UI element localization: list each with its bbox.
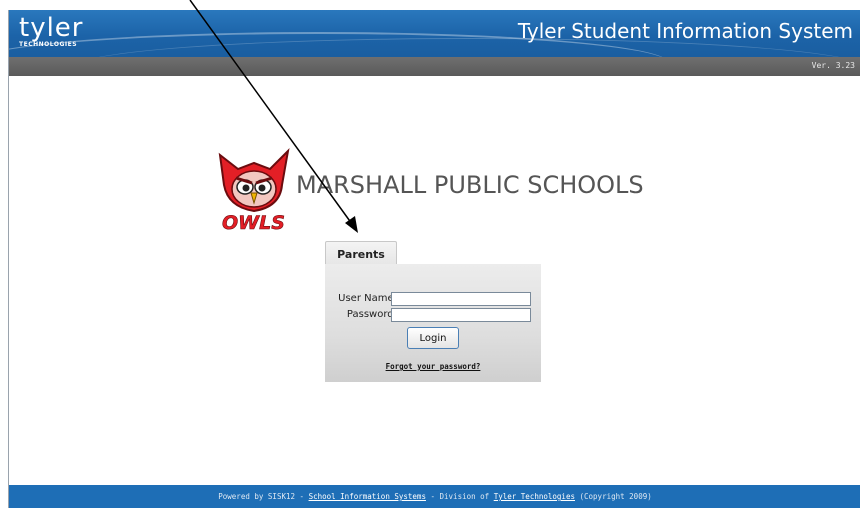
tab-parents-label: Parents [337,248,385,261]
username-row: User Name: [325,292,541,306]
school-name: MARSHALL PUBLIC SCHOOLS [296,171,644,199]
version-bar: Ver. 3.23 [9,57,860,76]
footer-middle: - Division of [425,492,494,501]
logo-subtitle: TECHNOLOGIES [19,41,78,48]
logo-word: tyler [19,13,84,43]
school-information-systems-link[interactable]: School Information Systems [309,492,426,501]
login-panel: User Name: Password: Login Forgot your p… [325,264,541,382]
tyler-logo[interactable]: tyler TECHNOLOGIES [19,14,84,48]
tyler-technologies-link[interactable]: Tyler Technologies [494,492,575,501]
footer-bar: Powered by SISK12 - School Information S… [9,485,860,508]
footer-suffix: (Copyright 2009) [574,492,652,501]
page-frame: tyler TECHNOLOGIES Tyler Student Informa… [8,10,860,508]
tab-parents[interactable]: Parents [325,241,397,265]
version-label: Ver. 3.23 [811,61,855,70]
password-input[interactable] [391,308,531,322]
app-title: Tyler Student Information System [517,19,853,43]
forgot-password-link[interactable]: Forgot your password? [325,362,541,371]
footer-text: Powered by SISK12 - School Information S… [9,492,860,501]
mascot-wordmark: OWLS [222,212,285,234]
owl-mascot-icon: OWLS [218,148,290,234]
username-input[interactable] [391,292,531,306]
login-button[interactable]: Login [407,327,459,349]
password-label: Password: [346,309,397,320]
password-row: Password: [325,308,541,322]
username-label: User Name: [338,293,397,304]
footer-prefix: Powered by SISK12 - [218,492,309,501]
app-header: tyler TECHNOLOGIES Tyler Student Informa… [9,10,860,57]
school-banner: OWLS MARSHALL PUBLIC SCHOOLS [214,145,674,235]
